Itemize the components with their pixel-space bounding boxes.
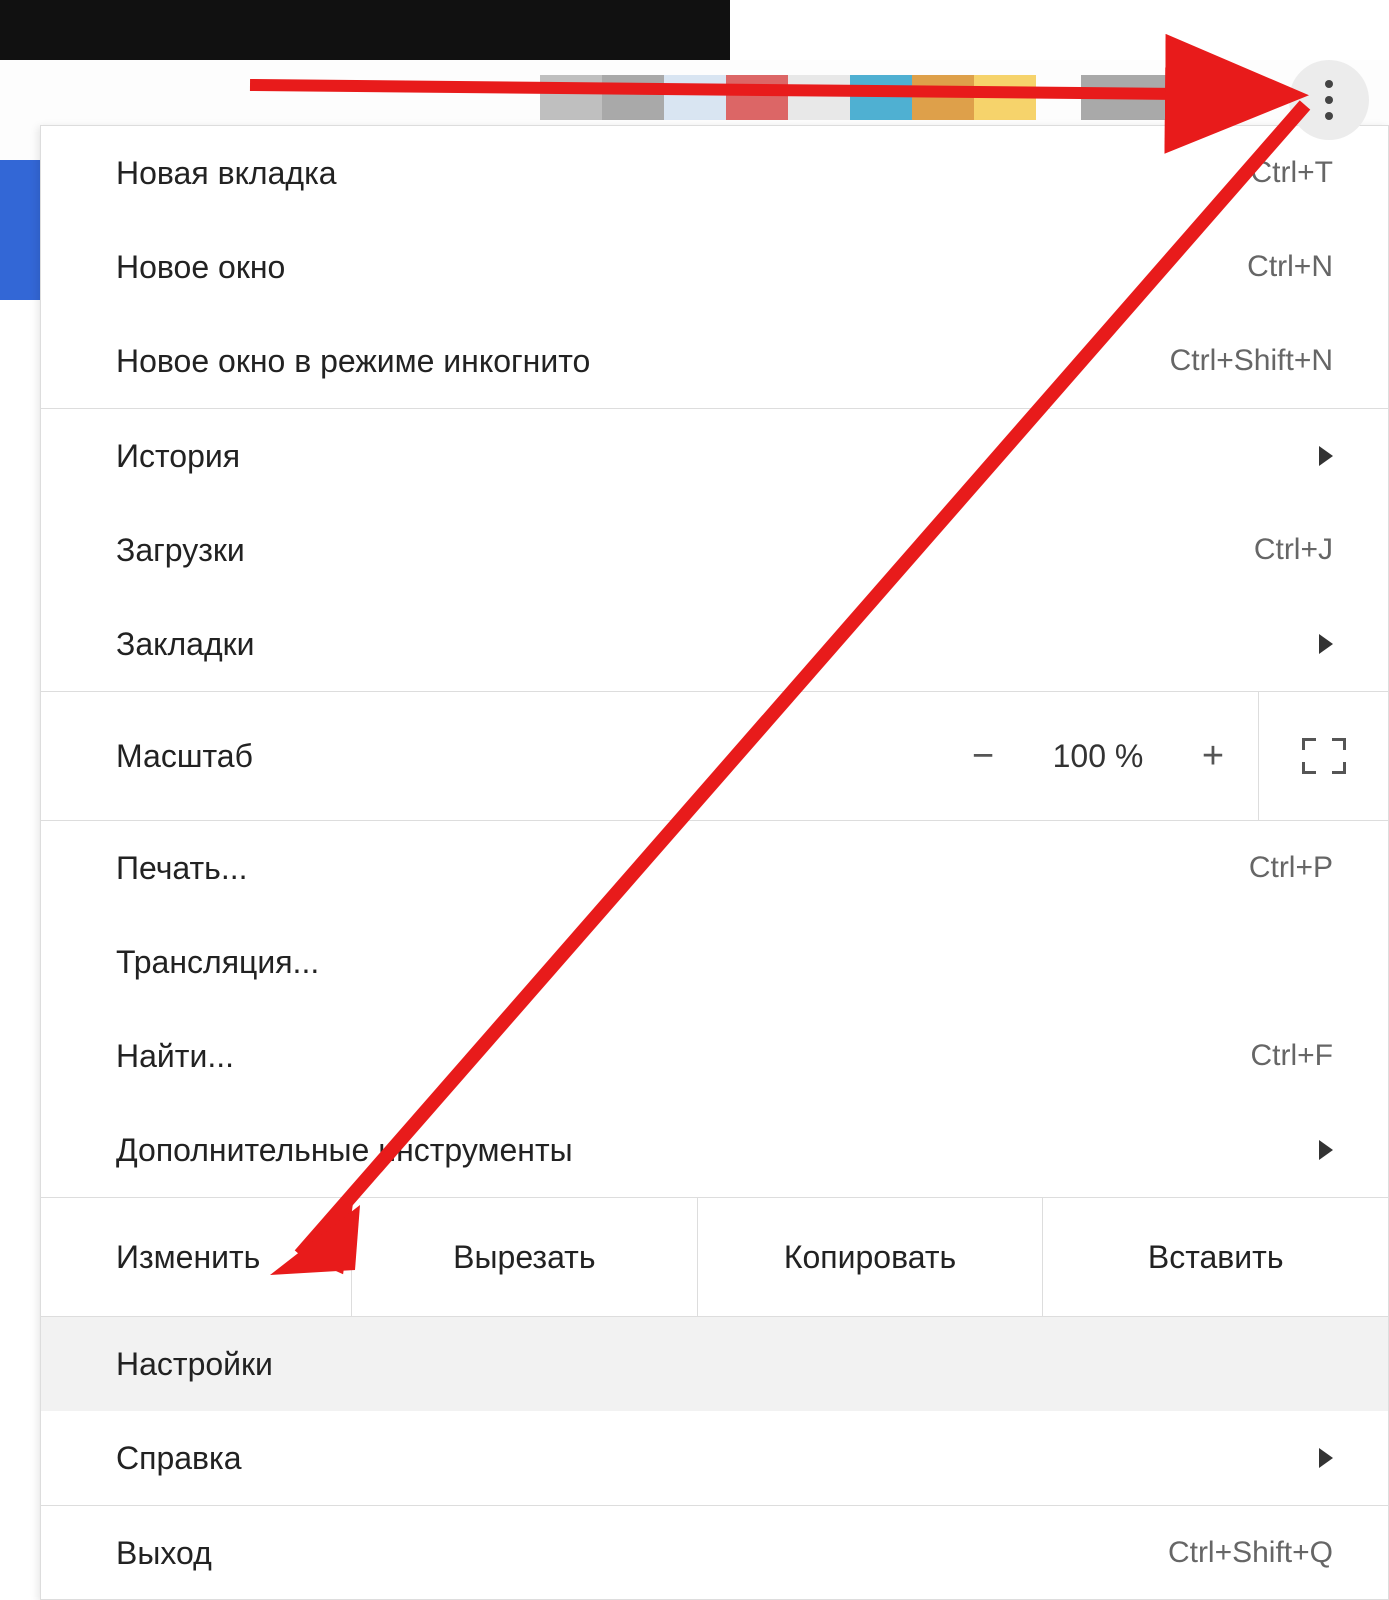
zoom-out-button[interactable]: − [938,716,1028,796]
browser-menu-button[interactable] [1289,60,1369,140]
exit-item[interactable]: Выход Ctrl+Shift+Q [41,1506,1388,1600]
blue-accent-sidebar [0,160,40,300]
menu-shortcut: Ctrl+Shift+N [1170,344,1333,378]
menu-shortcut: Ctrl+F [1251,1039,1334,1073]
menu-shortcut: Ctrl+Shift+Q [1168,1536,1333,1570]
menu-label: Выход [116,1535,1168,1572]
menu-label: Закладки [116,626,1319,663]
settings-item[interactable]: Настройки [41,1317,1388,1411]
chevron-right-icon [1319,446,1333,466]
fullscreen-icon [1302,738,1346,774]
kebab-icon [1325,112,1333,120]
menu-label: Трансляция... [116,944,1333,981]
menu-shortcut: Ctrl+N [1247,250,1333,284]
cast-item[interactable]: Трансляция... [41,915,1388,1009]
menu-shortcut: Ctrl+T [1251,156,1334,190]
menu-label: Справка [116,1440,1319,1477]
menu-shortcut: Ctrl+P [1249,851,1333,885]
paste-button[interactable]: Вставить [1042,1198,1388,1316]
zoom-row: Масштаб − 100 % + [41,692,1388,820]
chevron-right-icon [1319,634,1333,654]
more-tools-item[interactable]: Дополнительные инструменты [41,1103,1388,1197]
history-item[interactable]: История [41,409,1388,503]
print-item[interactable]: Печать... Ctrl+P [41,821,1388,915]
downloads-item[interactable]: Загрузки Ctrl+J [41,503,1388,597]
menu-label: Найти... [116,1038,1251,1075]
browser-dropdown-menu: Новая вкладка Ctrl+T Новое окно Ctrl+N Н… [40,125,1389,1600]
copy-button[interactable]: Копировать [697,1198,1043,1316]
menu-label: Дополнительные инструменты [116,1132,1319,1169]
menu-label: Печать... [116,850,1249,887]
fullscreen-button[interactable] [1258,692,1388,820]
menu-label: Настройки [116,1346,1333,1383]
bookmarks-item[interactable]: Закладки [41,597,1388,691]
chevron-right-icon [1319,1140,1333,1160]
new-tab-item[interactable]: Новая вкладка Ctrl+T [41,126,1388,220]
help-item[interactable]: Справка [41,1411,1388,1505]
zoom-label: Масштаб [116,738,938,775]
new-window-item[interactable]: Новое окно Ctrl+N [41,220,1388,314]
menu-label: Новое окно [116,249,1247,286]
menu-label: Новое окно в режиме инкогнито [116,343,1170,380]
menu-label: Загрузки [116,532,1254,569]
find-item[interactable]: Найти... Ctrl+F [41,1009,1388,1103]
menu-shortcut: Ctrl+J [1254,533,1333,567]
edit-label: Изменить [41,1198,351,1316]
tab-thumbnails [540,75,1166,120]
edit-row: Изменить Вырезать Копировать Вставить [41,1198,1388,1316]
zoom-value: 100 % [1028,738,1168,775]
new-incognito-item[interactable]: Новое окно в режиме инкогнито Ctrl+Shift… [41,314,1388,408]
zoom-in-button[interactable]: + [1168,716,1258,796]
cut-button[interactable]: Вырезать [351,1198,697,1316]
window-titlebar [0,0,1389,60]
kebab-icon [1325,80,1333,88]
menu-label: Новая вкладка [116,155,1251,192]
menu-label: История [116,438,1319,475]
kebab-icon [1325,96,1333,104]
chevron-right-icon [1319,1448,1333,1468]
